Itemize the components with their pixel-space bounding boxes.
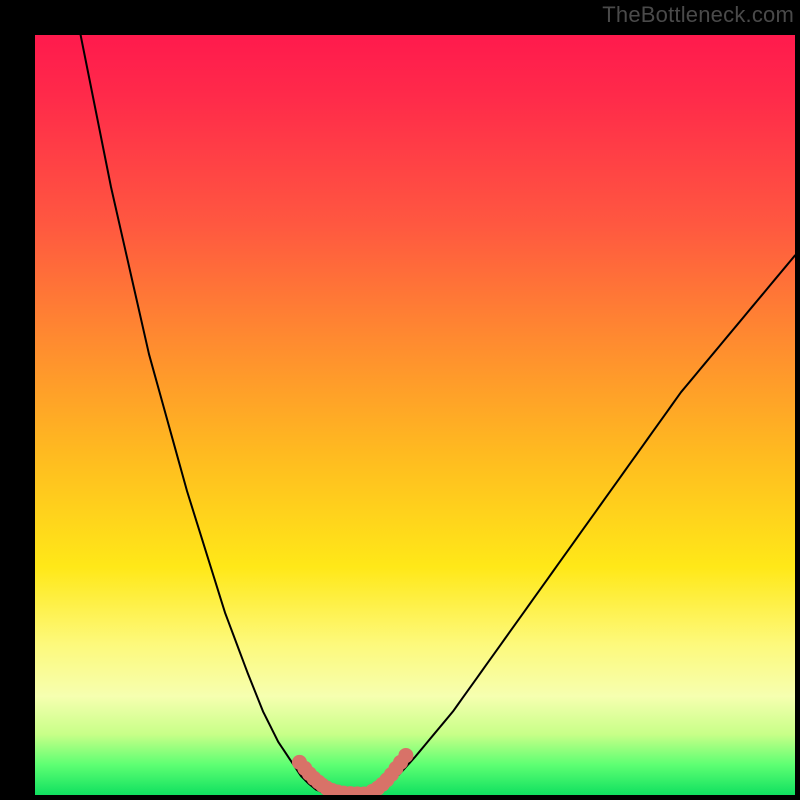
- watermark-text: TheBottleneck.com: [602, 2, 794, 28]
- highlight-dots: [292, 748, 413, 795]
- bottleneck-curve: [81, 35, 795, 794]
- chart-container: TheBottleneck.com: [0, 0, 800, 800]
- highlight-dot: [398, 748, 413, 763]
- curve-svg: [35, 35, 795, 795]
- black-curve: [81, 35, 795, 794]
- plot-area: [35, 35, 795, 795]
